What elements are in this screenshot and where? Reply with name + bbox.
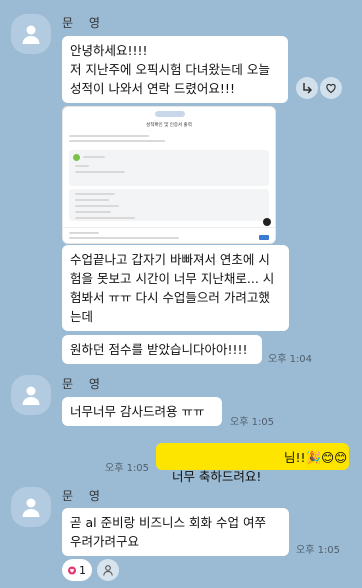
share-button[interactable] xyxy=(296,77,318,99)
message-bubble[interactable]: 곧 al 준비랑 비즈니스 회화 수업 여쭈 우려가려구요 xyxy=(62,508,289,556)
person-icon xyxy=(22,25,40,44)
reaction-count: 1 xyxy=(79,563,86,577)
sender-avatar[interactable] xyxy=(11,487,51,527)
attachment-round-button xyxy=(263,218,271,226)
attachment-divider xyxy=(63,227,275,228)
sender-name: 문 영 xyxy=(62,489,106,503)
sender-name: 문 영 xyxy=(62,377,106,391)
my-message-text: 너무 축하드려요! xyxy=(171,469,262,484)
sender-avatar[interactable] xyxy=(11,375,51,415)
attachment-badge xyxy=(73,154,80,161)
reaction-profile-button[interactable] xyxy=(97,559,119,581)
person-icon xyxy=(22,498,40,517)
message-bubble[interactable]: 수업끝나고 갑자기 바빠져서 연초에 시 험을 못보고 시간이 너무 지난채로.… xyxy=(62,245,289,331)
image-attachment[interactable]: 성적확인 및 인증서 출력 xyxy=(62,106,276,244)
message-time: 오후 1:04 xyxy=(268,354,313,365)
attachment-title: 성적확인 및 인증서 출력 xyxy=(146,123,192,128)
sender-avatar[interactable] xyxy=(11,14,51,54)
like-button[interactable] xyxy=(320,77,342,99)
my-message-tail: 님!!🎉😊😊 xyxy=(284,450,348,465)
attachment-logo xyxy=(155,111,185,117)
share-icon xyxy=(303,83,313,94)
person-icon xyxy=(103,565,113,576)
message-time: 오후 1:05 xyxy=(230,417,275,428)
message-bubble[interactable]: 원하던 점수를 받았습니다아아!!!! xyxy=(62,335,262,364)
reaction-badge[interactable]: 1 xyxy=(62,559,92,581)
message-time: 오후 1:05 xyxy=(296,545,341,556)
attachment-blue-button xyxy=(259,235,269,240)
person-icon xyxy=(22,386,40,405)
message-time: 오후 1:05 xyxy=(105,463,150,474)
my-message-bubble[interactable]: 너무 축하드려요! 님!!🎉😊😊 xyxy=(156,443,349,484)
sender-name: 문 영 xyxy=(62,16,106,30)
message-bubble[interactable]: 너무너무 감사드려용 ㅠㅠ xyxy=(62,397,222,426)
message-bubble[interactable]: 안녕하세요!!!! 저 지난주에 오픽시험 다녀왔는데 오늘 성적이 나와서 연… xyxy=(62,36,288,103)
heart-icon xyxy=(68,566,76,574)
heart-icon xyxy=(326,83,336,94)
